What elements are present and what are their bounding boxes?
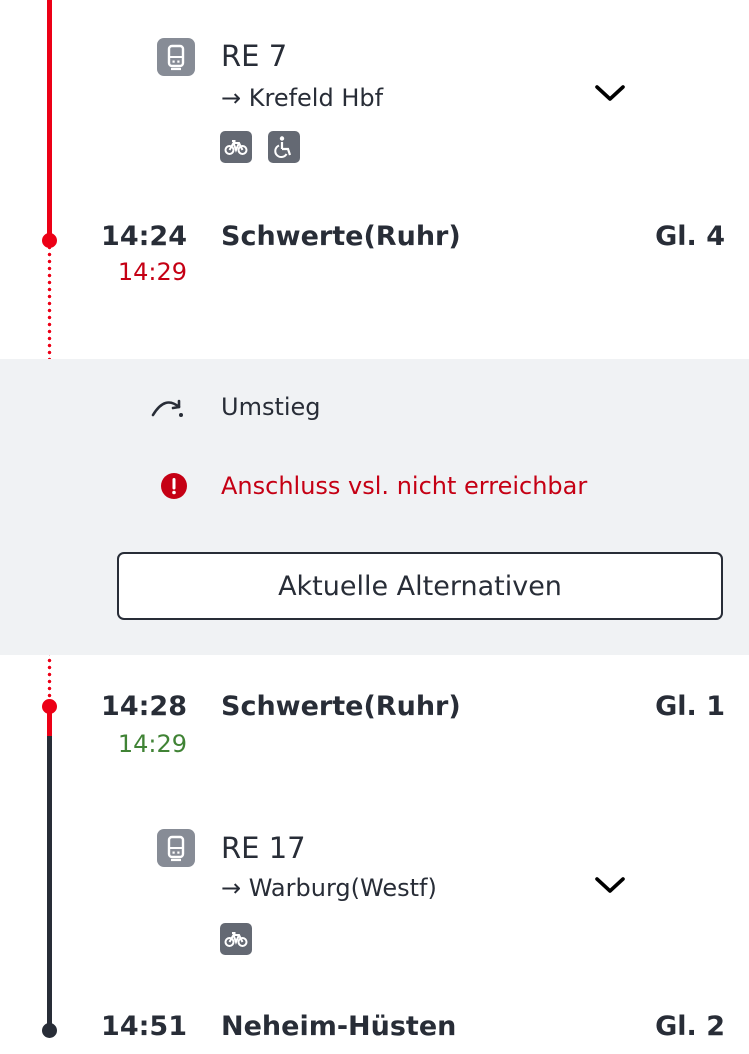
train-icon <box>157 38 195 76</box>
departure-time: 14:24 <box>101 221 187 252</box>
warning-icon <box>161 473 187 499</box>
train-destination: → Warburg(Westf) <box>221 874 437 902</box>
arrival-time: 14:51 <box>101 1011 187 1042</box>
station-name[interactable]: Schwerte(Ruhr) <box>221 691 461 722</box>
departure-time: 14:28 <box>101 691 187 722</box>
train-name: RE 17 <box>221 831 306 865</box>
stop-dot <box>42 699 57 714</box>
transfer-icon <box>149 393 187 425</box>
timeline-segment-red <box>47 0 52 240</box>
timeline-segment-upcoming <box>47 736 52 1032</box>
wheelchair-icon <box>268 131 300 163</box>
stop-dot <box>42 1023 57 1038</box>
bicycle-icon <box>220 131 252 163</box>
train-icon <box>157 829 195 867</box>
station-name[interactable]: Schwerte(Ruhr) <box>221 221 461 252</box>
realtime-departure: 14:29 <box>117 730 187 758</box>
platform: Gl. 2 <box>655 1011 725 1042</box>
chevron-down-icon[interactable] <box>594 82 626 104</box>
realtime-departure: 14:29 <box>117 258 187 286</box>
train-destination: → Krefeld Hbf <box>221 84 384 112</box>
train-name: RE 7 <box>221 39 288 73</box>
transfer-label: Umstieg <box>221 393 321 421</box>
bicycle-icon <box>220 923 252 955</box>
connection-warning: Anschluss vsl. nicht erreichbar <box>221 472 588 500</box>
station-name[interactable]: Neheim-Hüsten <box>221 1011 456 1042</box>
chevron-down-icon[interactable] <box>594 874 626 896</box>
current-alternatives-button[interactable]: Aktuelle Alternativen <box>117 552 723 620</box>
stop-dot <box>42 233 57 248</box>
platform: Gl. 4 <box>655 221 725 252</box>
platform: Gl. 1 <box>655 691 725 722</box>
